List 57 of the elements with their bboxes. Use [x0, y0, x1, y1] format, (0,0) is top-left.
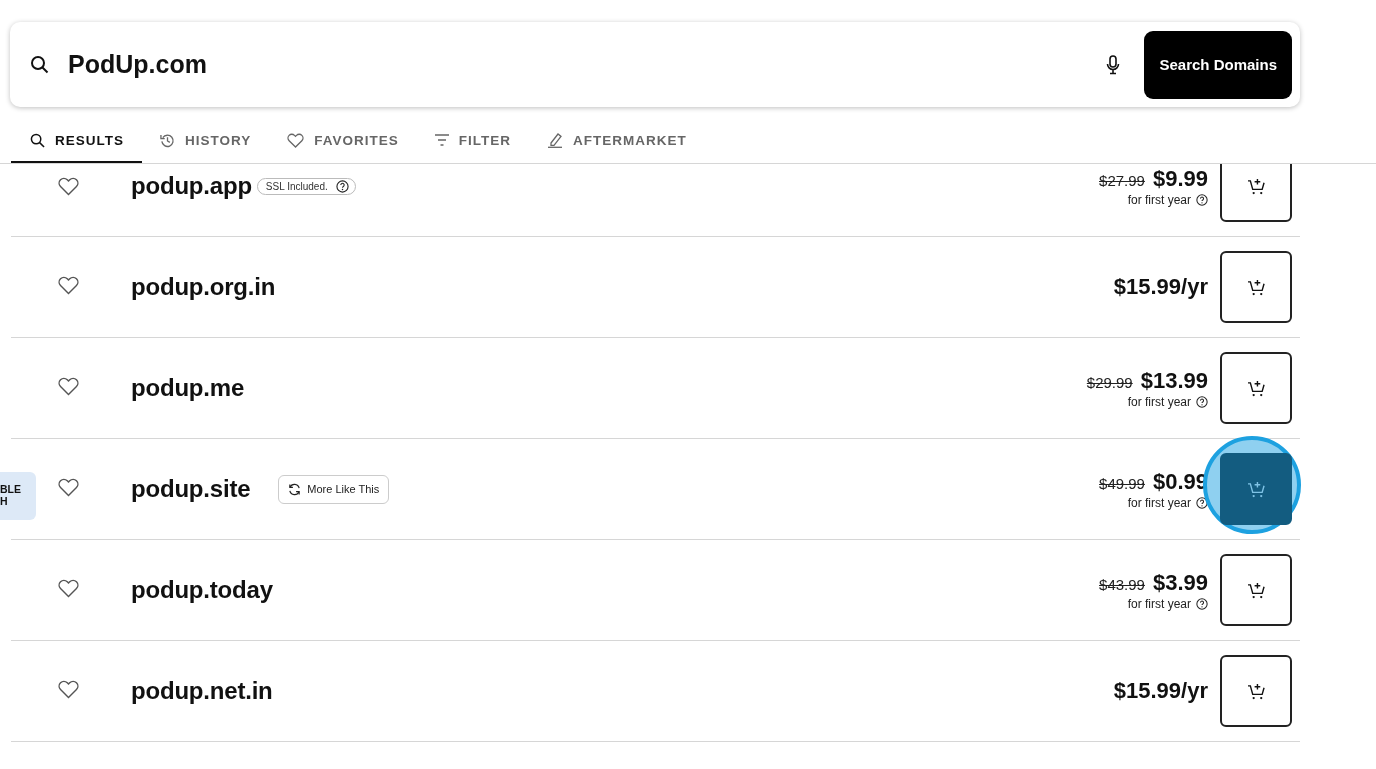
cart-plus-icon [1246, 682, 1266, 700]
help-icon[interactable] [335, 179, 349, 193]
domain-name[interactable]: podup.today [131, 576, 273, 604]
heart-icon[interactable] [58, 176, 79, 196]
cart-plus-icon [1246, 379, 1266, 397]
price-note: for first year [1127, 495, 1191, 510]
price: $15.99/yr [1113, 274, 1208, 300]
tab[interactable]: RESULTS [11, 119, 142, 163]
tab[interactable]: FAVORITES [269, 119, 417, 163]
help-icon[interactable] [1196, 395, 1208, 408]
heart-icon[interactable] [58, 376, 79, 396]
help-icon[interactable] [1196, 597, 1208, 610]
original-price: $43.99 [1099, 575, 1145, 593]
add-to-cart-button[interactable] [1220, 352, 1292, 424]
cart-plus-icon [1246, 177, 1266, 195]
add-to-cart-button[interactable] [1220, 164, 1292, 222]
cart-plus-icon [1246, 278, 1266, 296]
price: $3.99 [1152, 569, 1208, 596]
side-tab[interactable]: BLE H [0, 472, 36, 520]
original-price: $27.99 [1099, 171, 1145, 189]
domain-name[interactable]: podup.org.in [131, 273, 276, 301]
heart-icon[interactable] [58, 477, 79, 497]
domain-name[interactable]: podup.site [131, 475, 251, 503]
search-field[interactable]: PodUp.com [66, 49, 1107, 80]
microphone-icon[interactable] [1106, 54, 1121, 75]
history-icon [160, 132, 175, 148]
refresh-icon [288, 482, 302, 496]
search-domains-button[interactable]: Search Domains [1144, 30, 1292, 99]
add-to-cart-button[interactable] [1220, 655, 1292, 727]
price-note: for first year [1127, 596, 1191, 611]
tab[interactable]: AFTERMARKET [529, 119, 705, 163]
pen-icon [547, 132, 564, 148]
domain-name[interactable]: podup.app [131, 172, 252, 200]
heart-icon[interactable] [58, 275, 79, 295]
price: $9.99 [1152, 165, 1208, 192]
add-to-cart-button[interactable] [1220, 251, 1292, 323]
price-note: for first year [1127, 192, 1191, 207]
tab[interactable]: FILTER [416, 119, 530, 163]
heart-icon [287, 132, 305, 148]
help-icon[interactable] [1196, 193, 1208, 206]
tab[interactable]: HISTORY [142, 119, 270, 163]
more-like-this-button[interactable]: More Like This [278, 474, 390, 504]
heart-icon[interactable] [58, 578, 79, 598]
price: $13.99 [1140, 367, 1208, 394]
cart-plus-icon [1246, 480, 1266, 498]
domain-name[interactable]: podup.me [131, 374, 245, 402]
filter-icon [434, 134, 449, 146]
search-icon [30, 54, 50, 75]
cart-plus-icon [1246, 581, 1266, 599]
original-price: $49.99 [1099, 474, 1145, 492]
original-price: $29.99 [1086, 373, 1133, 391]
domain-name[interactable]: podup.net.in [131, 677, 273, 705]
add-to-cart-button[interactable] [1220, 554, 1292, 626]
heart-icon[interactable] [58, 679, 79, 699]
search-icon [30, 132, 45, 148]
price-note: for first year [1127, 394, 1191, 409]
price: $15.99/yr [1113, 678, 1208, 704]
